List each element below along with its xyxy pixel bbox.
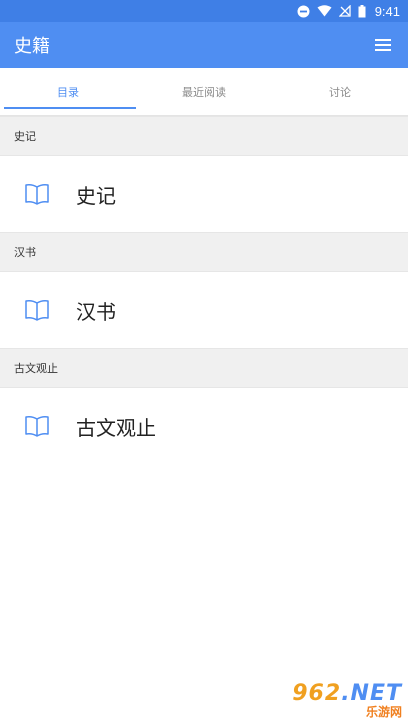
- no-signal-icon: [338, 5, 351, 17]
- tab-bar: 目录 最近阅读 讨论: [0, 68, 408, 116]
- open-book-icon: [24, 415, 50, 437]
- tab-label: 目录: [57, 85, 79, 99]
- book-list: 史记 史记 汉书 汉书 古文观止 古文观止: [0, 116, 408, 464]
- wifi-icon: [317, 5, 332, 17]
- app-bar: 史籍: [0, 22, 408, 68]
- book-title: 汉书: [76, 299, 116, 324]
- status-time: 9:41: [374, 3, 400, 19]
- watermark-number: 962: [292, 680, 342, 706]
- site-watermark-logo: 962.NET 乐游网: [270, 677, 402, 723]
- book-item-shiji[interactable]: 史记: [0, 156, 408, 232]
- battery-icon: [358, 4, 366, 18]
- section-header-hanshu: 汉书: [0, 232, 408, 272]
- status-bar: 9:41: [0, 0, 408, 22]
- section-header-guwenguanzhi: 古文观止: [0, 348, 408, 388]
- tab-recent-reading[interactable]: 最近阅读: [136, 68, 272, 115]
- hamburger-menu-icon: [375, 39, 391, 51]
- do-not-disturb-icon: [297, 5, 310, 18]
- tab-label: 最近阅读: [182, 85, 226, 99]
- book-title: 古文观止: [76, 415, 156, 440]
- page-title: 史籍: [14, 36, 50, 57]
- open-book-icon: [24, 183, 50, 205]
- open-book-icon: [24, 299, 50, 321]
- book-title: 史记: [76, 183, 116, 208]
- tab-label: 讨论: [329, 85, 351, 99]
- book-item-hanshu[interactable]: 汉书: [0, 272, 408, 348]
- section-header-shiji: 史记: [0, 116, 408, 156]
- watermark-site-name: 乐游网: [365, 704, 402, 719]
- tab-catalog[interactable]: 目录: [0, 68, 136, 115]
- tab-discussion[interactable]: 讨论: [272, 68, 408, 115]
- book-item-guwenguanzhi[interactable]: 古文观止: [0, 388, 408, 464]
- menu-button[interactable]: [372, 34, 394, 56]
